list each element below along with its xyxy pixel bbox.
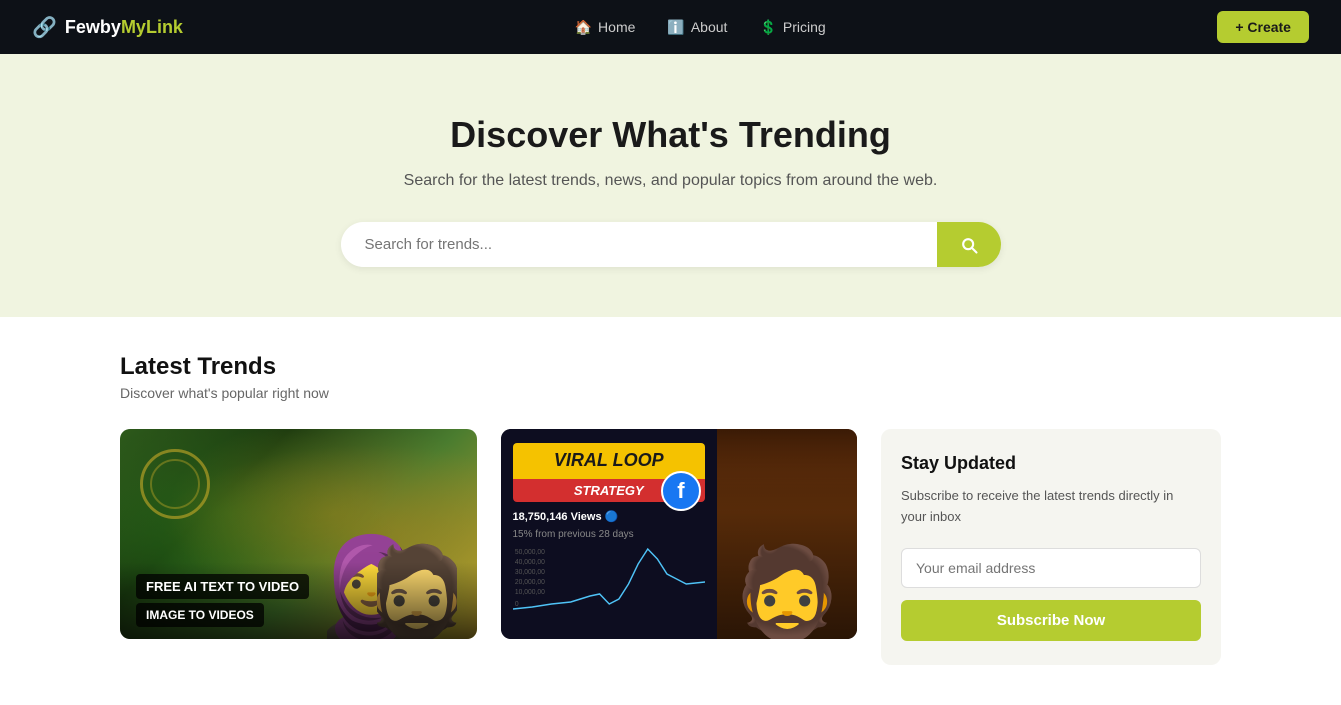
svg-text:40,000,00: 40,000,00 [514,559,544,566]
svg-text:20,000,00: 20,000,00 [514,579,544,586]
nav-home-label: Home [598,19,635,35]
search-button[interactable] [937,222,1001,267]
svg-text:0: 0 [514,601,518,608]
nav-logo[interactable]: 🔗 FewbyMyLink [32,15,183,40]
section-title: Latest Trends [120,353,1221,381]
card1-badge2: IMAGE TO VIDEOS [136,603,264,627]
card1-overlay: FREE AI TEXT TO VIDEO IMAGE TO VIDEOS [120,562,477,639]
nav-links: 🏠 Home ℹ️ About 💲 Pricing [575,19,826,36]
pricing-icon: 💲 [759,19,776,36]
hero-subtitle: Search for the latest trends, news, and … [20,172,1321,190]
svg-text:10,000,00: 10,000,00 [514,589,544,596]
card2-person: 🧔 [717,429,857,639]
logo-text: FewbyMyLink [65,17,183,38]
hero-section: Discover What's Trending Search for the … [0,54,1341,317]
logo-icon: 🔗 [32,15,57,40]
card2-left-panel: VIRAL LOOP STRATEGY 18,750,146 Views 🔵 1… [501,429,718,639]
card1-badge1: FREE AI TEXT TO VIDEO [136,574,309,599]
hero-title: Discover What's Trending [20,114,1321,156]
subscribe-button[interactable]: Subscribe Now [901,600,1201,641]
card2-right-panel: 🧔 [717,429,857,639]
stay-updated-title: Stay Updated [901,453,1201,474]
card2-views: 18,750,146 Views 🔵 [513,510,706,523]
section-subtitle: Discover what's popular right now [120,385,1221,401]
card2-stats: 15% from previous 28 days [513,529,706,540]
about-icon: ℹ️ [667,19,684,36]
trends-grid: 🧕 🧔 FREE AI TEXT TO VIDEO IMAGE TO VIDEO… [120,429,1221,665]
nav-pricing-label: Pricing [783,19,826,35]
trend-card-1[interactable]: 🧕 🧔 FREE AI TEXT TO VIDEO IMAGE TO VIDEO… [120,429,477,639]
navbar: 🔗 FewbyMyLink 🏠 Home ℹ️ About 💲 Pricing … [0,0,1341,54]
stay-updated-description: Subscribe to receive the latest trends d… [901,486,1201,528]
main-content: Latest Trends Discover what's popular ri… [0,317,1341,705]
trend-card-2[interactable]: VIRAL LOOP STRATEGY 18,750,146 Views 🔵 1… [501,429,858,639]
search-input[interactable] [341,222,937,267]
stay-updated-sidebar: Stay Updated Subscribe to receive the la… [881,429,1221,665]
card2-title: VIRAL LOOP [525,451,694,471]
svg-text:30,000,00: 30,000,00 [514,569,544,576]
nav-about-label: About [691,19,728,35]
card2-chart: 50,000,00 40,000,00 30,000,00 20,000,00 … [513,544,706,625]
search-icon [959,235,979,255]
email-input[interactable] [901,548,1201,588]
facebook-icon: f [661,471,701,511]
nav-link-about[interactable]: ℹ️ About [667,19,727,36]
home-icon: 🏠 [575,19,592,36]
search-bar [341,222,1001,267]
create-button[interactable]: + Create [1217,11,1309,43]
svg-text:50,000,00: 50,000,00 [514,549,544,556]
nav-link-pricing[interactable]: 💲 Pricing [759,19,825,36]
nav-link-home[interactable]: 🏠 Home [575,19,636,36]
